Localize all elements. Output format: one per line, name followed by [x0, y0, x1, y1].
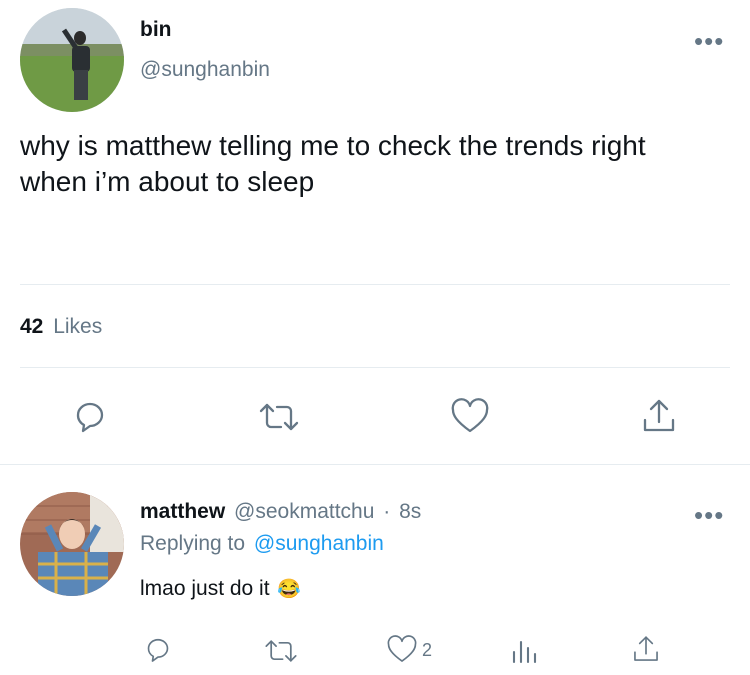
reply-retweet-icon[interactable] — [263, 636, 299, 666]
analytics-icon[interactable] — [511, 636, 539, 664]
divider — [20, 367, 730, 368]
author-avatar[interactable] — [20, 8, 124, 112]
reply-icon[interactable] — [71, 398, 109, 436]
retweet-icon[interactable] — [257, 399, 301, 435]
reply-reply-icon[interactable] — [143, 635, 173, 665]
divider — [20, 284, 730, 285]
reply-text-body: lmao just do it — [140, 577, 270, 600]
more-options-icon[interactable]: ••• — [694, 28, 724, 54]
divider — [0, 464, 750, 465]
replying-to: Replying to @sunghanbin — [140, 532, 384, 556]
likes-count: 42 — [20, 315, 44, 338]
reply-author-name[interactable]: matthew — [140, 500, 225, 523]
tweet-text: why is matthew telling me to check the t… — [20, 128, 646, 200]
reply-text: lmao just do it 😂 — [140, 577, 301, 601]
laughing-emoji-icon: 😂 — [277, 579, 302, 600]
reply-like-button[interactable]: 2 — [386, 635, 432, 665]
reply-author-avatar[interactable] — [20, 492, 124, 596]
separator-dot: · — [383, 500, 391, 523]
likes-label: Likes — [53, 315, 103, 338]
reply-share-icon[interactable] — [631, 633, 661, 665]
tweet-text-line: when i’m about to sleep — [20, 166, 315, 197]
reply-author-handle[interactable]: @seokmattchu — [234, 500, 374, 523]
author-handle[interactable]: @sunghanbin — [140, 58, 270, 82]
share-icon[interactable] — [640, 396, 678, 436]
reply-more-options-icon[interactable]: ••• — [694, 502, 724, 528]
replying-to-handle[interactable]: @sunghanbin — [254, 532, 384, 555]
replying-to-label: Replying to — [140, 532, 246, 555]
like-icon[interactable] — [450, 398, 490, 436]
reply-timestamp[interactable]: 8s — [399, 500, 421, 523]
reply-like-icon — [386, 635, 418, 665]
tweet-text-line: why is matthew telling me to check the t… — [20, 130, 646, 161]
likes-count-row[interactable]: 42 Likes — [20, 315, 102, 339]
reply-like-count: 2 — [422, 639, 433, 660]
author-name[interactable]: bin — [140, 18, 172, 42]
reply-header: matthew @seokmattchu · 8s — [140, 500, 421, 524]
